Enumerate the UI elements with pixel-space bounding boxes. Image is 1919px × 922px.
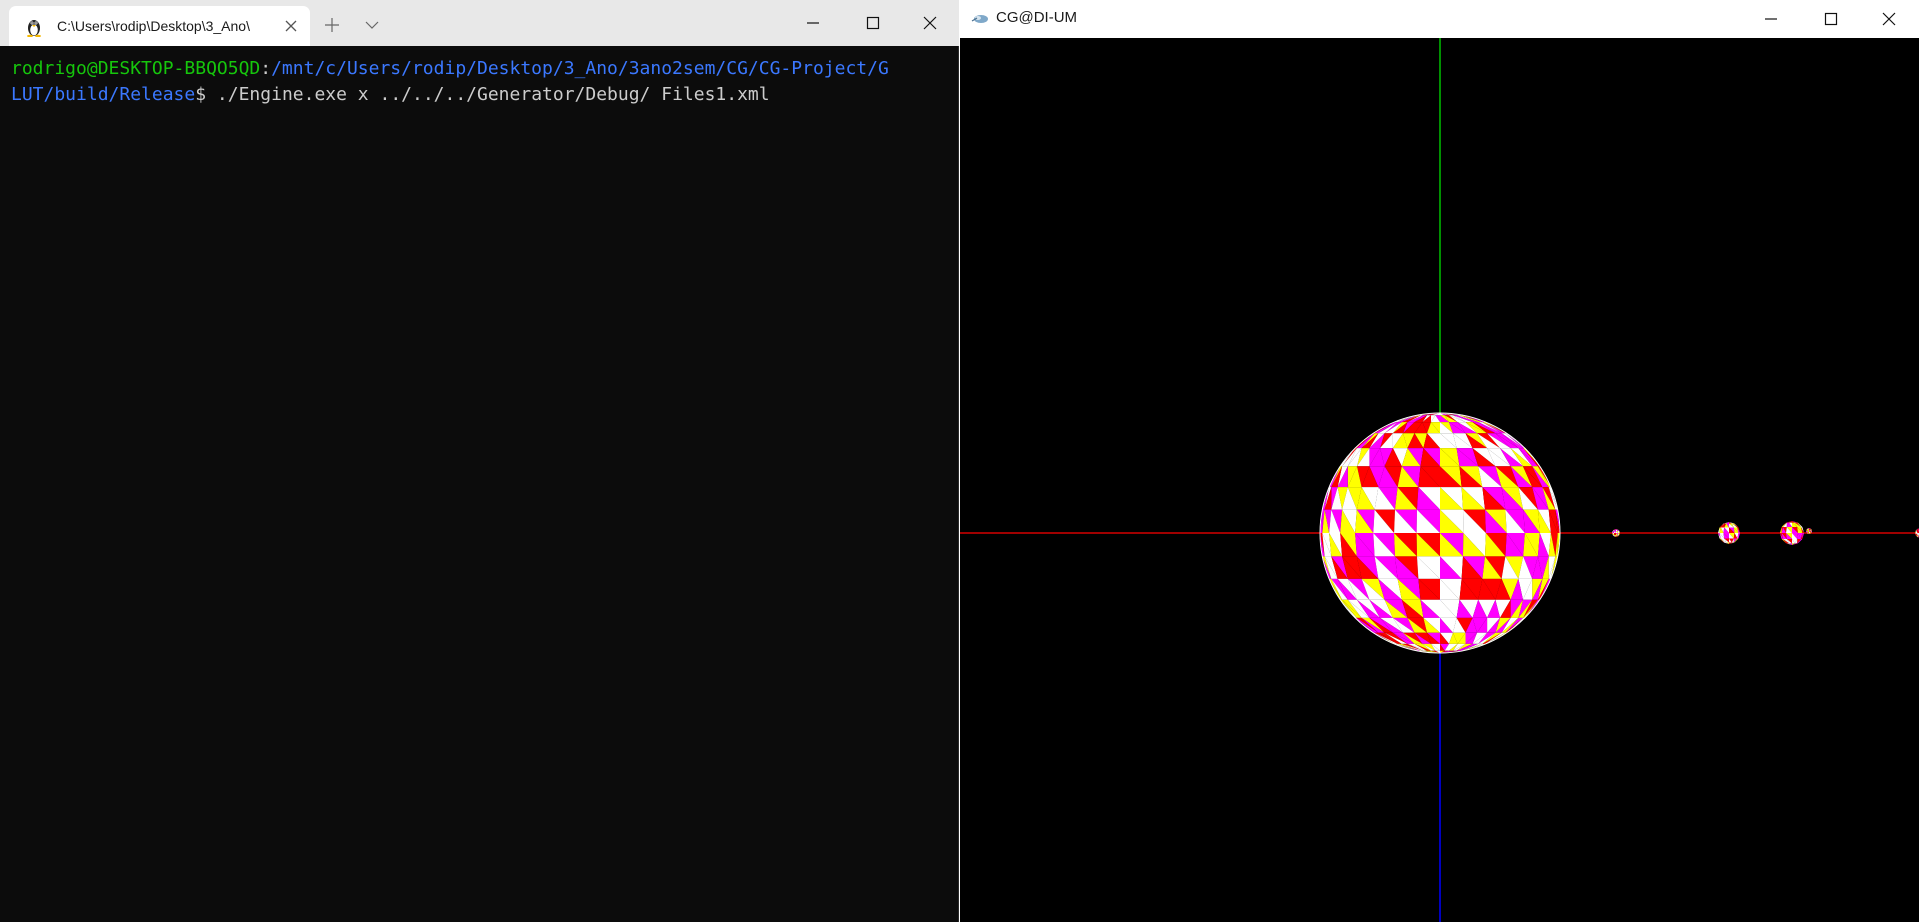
close-icon (285, 20, 297, 32)
prompt-dollar: $ (195, 84, 217, 105)
terminal-close-button[interactable] (907, 0, 953, 46)
central-sphere (1320, 413, 1560, 653)
maximize-icon (1824, 12, 1838, 26)
tab-title: C:\Users\rodip\Desktop\3_Ano\ (57, 18, 250, 34)
close-icon (1882, 12, 1896, 26)
plus-icon (325, 18, 339, 32)
command-text: ./Engine.exe x ../../../Generator/Debug/… (216, 84, 770, 105)
prompt-path-1: /mnt/c/Users/rodip/Desktop/3_Ano/3ano2se… (271, 58, 889, 79)
minimize-icon (1765, 18, 1777, 20)
glut-app-icon (971, 11, 989, 25)
glut-titlebar[interactable]: CG@DI-UM (960, 0, 1919, 38)
glut-close-button[interactable] (1866, 0, 1912, 42)
prompt-user: rodrigo@DESKTOP-BBQO5QD (11, 58, 261, 79)
terminal-output[interactable]: rodrigo@DESKTOP-BBQO5QD:/mnt/c/Users/rod… (11, 56, 951, 108)
close-tab-button[interactable] (280, 15, 302, 37)
terminal-window: C:\Users\rodip\Desktop\3_Ano\ rodrigo@DE… (0, 0, 959, 922)
prompt-line-2: LUT/build/Release$ ./Engine.exe x ../../… (11, 82, 951, 108)
terminal-maximize-button[interactable] (850, 0, 896, 46)
glut-maximize-button[interactable] (1808, 0, 1854, 42)
prompt-line-1: rodrigo@DESKTOP-BBQO5QD:/mnt/c/Users/rod… (11, 56, 951, 82)
glut-window: CG@DI-UM (960, 0, 1919, 922)
tux-linux-icon (25, 17, 43, 38)
glut-window-title: CG@DI-UM (996, 9, 1078, 26)
prompt-separator: : (260, 58, 272, 79)
minimize-icon (807, 22, 819, 24)
chevron-down-icon (365, 21, 379, 29)
tab-dropdown-button[interactable] (359, 12, 385, 38)
terminal-tab[interactable]: C:\Users\rodip\Desktop\3_Ano\ (9, 6, 310, 46)
prompt-path-2: LUT/build/Release (11, 84, 196, 105)
close-icon (923, 16, 937, 30)
new-tab-button[interactable] (319, 12, 345, 38)
glut-minimize-button[interactable] (1748, 0, 1794, 42)
terminal-minimize-button[interactable] (790, 0, 836, 46)
maximize-icon (866, 16, 880, 30)
terminal-titlebar[interactable]: C:\Users\rodip\Desktop\3_Ano\ (0, 0, 959, 46)
opengl-viewport[interactable] (960, 38, 1919, 922)
